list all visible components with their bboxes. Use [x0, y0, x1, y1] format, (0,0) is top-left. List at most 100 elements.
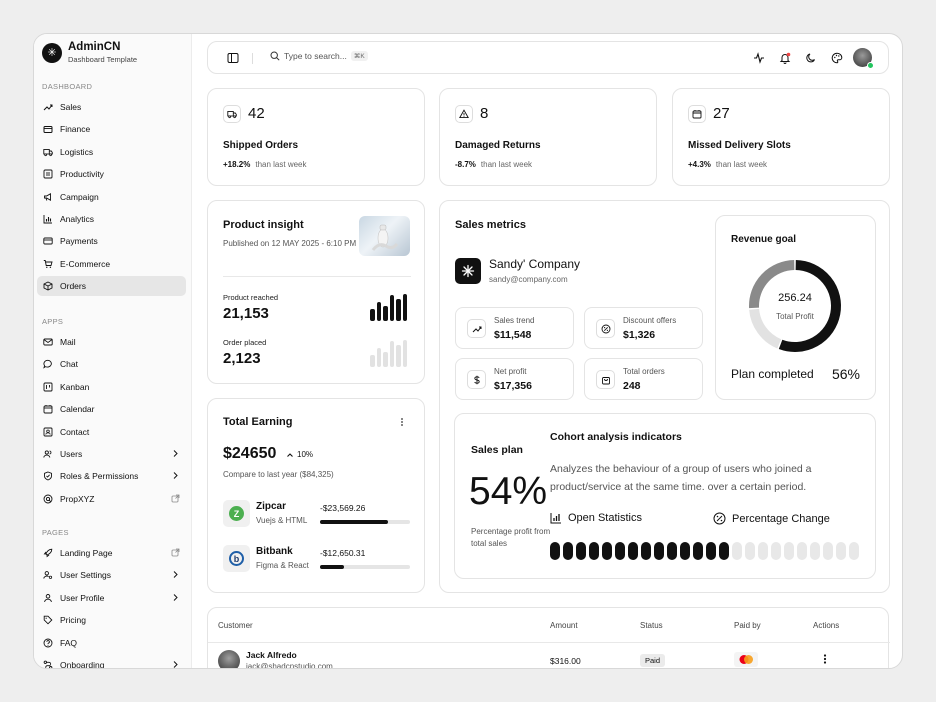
progress-pill-filled: [602, 542, 612, 560]
metric-tile-net-profit[interactable]: Net profit $17,356: [455, 358, 574, 400]
nav-section-title: PAGES: [42, 528, 69, 537]
progress-pill-filled: [563, 542, 573, 560]
sidebar-item-propxyz[interactable]: PropXYZ: [37, 489, 186, 509]
sidebar-item-calendar[interactable]: Calendar: [37, 399, 186, 419]
sidebar-item-productivity[interactable]: Productivity: [37, 164, 186, 184]
sidebar-toggle-icon[interactable]: [226, 51, 240, 65]
sidebar-item-label: PropXYZ: [60, 493, 95, 504]
total-earning-title: Total Earning: [223, 416, 293, 428]
search-input[interactable]: Type to search...: [284, 51, 347, 61]
stat-card-shipped-orders: 42 Shipped Orders +18.2% than last week: [207, 88, 425, 186]
bar-chart-icon: [550, 513, 561, 524]
moon-icon[interactable]: [804, 51, 818, 65]
brand-subtitle: Dashboard Template: [68, 55, 138, 64]
brand[interactable]: ✳ AdminCN Dashboard Template: [42, 41, 137, 64]
sidebar-item-user-profile[interactable]: User Profile: [37, 588, 186, 608]
order-placed-bars: [370, 340, 408, 367]
sidebar-item-e-commerce[interactable]: E-Commerce: [37, 254, 186, 274]
more-vertical-icon[interactable]: [397, 416, 407, 428]
search-box[interactable]: Type to search... ⌘K: [270, 51, 368, 61]
sidebar-item-pricing[interactable]: Pricing: [37, 610, 186, 630]
open-statistics-link[interactable]: Open Statistics: [550, 512, 642, 524]
activity-icon[interactable]: [752, 51, 766, 65]
sidebar-item-campaign[interactable]: Campaign: [37, 187, 186, 207]
bar: [370, 308, 375, 321]
palette-icon[interactable]: [830, 51, 844, 65]
sidebar-item-chat[interactable]: Chat: [37, 354, 186, 374]
cart-icon: [43, 259, 53, 269]
progress-pill-filled: [641, 542, 651, 560]
calendar-icon: [688, 105, 706, 123]
column-header-customer[interactable]: Customer: [218, 621, 253, 630]
cohort-description: Analyzes the behaviour of a group of use…: [550, 463, 812, 493]
sales-plan-card: Sales plan 54% Percentage profit from to…: [454, 413, 876, 579]
column-header-amount[interactable]: Amount: [550, 621, 578, 630]
app-window: ✳ AdminCN Dashboard Template DASHBOARD Sa…: [33, 33, 903, 669]
stat-change: +4.3% than last week: [688, 160, 767, 169]
sidebar-item-payments[interactable]: Payments: [37, 231, 186, 251]
card-icon: [43, 236, 53, 246]
sidebar-item-faq[interactable]: FAQ: [37, 633, 186, 653]
progress-pill-filled: [550, 542, 560, 560]
open-statistics-label: Open Statistics: [568, 512, 642, 524]
percent-circle-icon: [713, 512, 726, 525]
sidebar-item-onboarding[interactable]: Onboarding: [37, 655, 186, 668]
sidebar-item-finance[interactable]: Finance: [37, 119, 186, 139]
truck-icon: [43, 147, 53, 157]
metric-tile-sales-trend[interactable]: Sales trend $11,548: [455, 307, 574, 349]
sidebar-item-roles-permissions[interactable]: Roles & Permissions: [37, 466, 186, 486]
sidebar-item-logistics[interactable]: Logistics: [37, 142, 186, 162]
sidebar-item-user-settings[interactable]: User Settings: [37, 565, 186, 585]
progress-pill-filled: [680, 542, 690, 560]
product-insight-card: Product insight Published on 12 MAY 2025…: [207, 200, 425, 384]
brand-name: AdminCN: [68, 41, 121, 53]
product-image: [359, 216, 410, 256]
bell-icon[interactable]: [778, 51, 792, 65]
metric-tile-discount-offers[interactable]: Discount offers $1,326: [584, 307, 703, 349]
sidebar-item-label: User Settings: [60, 570, 112, 581]
external-link-icon: [171, 548, 180, 557]
sales-plan-value: 54%: [469, 470, 548, 513]
percentage-change-link[interactable]: Percentage Change: [713, 512, 830, 525]
table-row[interactable]: Jack Alfredo jack@shadcnstudio.com $316.00…: [208, 650, 890, 668]
sidebar-item-kanban[interactable]: Kanban: [37, 377, 186, 397]
sidebar-item-analytics[interactable]: Analytics: [37, 209, 186, 229]
column-header-actions[interactable]: Actions: [813, 621, 839, 630]
users-icon: [43, 449, 53, 459]
sidebar-item-orders[interactable]: Orders: [37, 276, 186, 297]
earning-change-value: 10%: [297, 450, 314, 459]
sidebar-item-label: Mail: [60, 337, 76, 347]
sidebar-item-label: FAQ: [60, 637, 78, 648]
column-header-status[interactable]: Status: [640, 621, 663, 630]
sidebar-item-users[interactable]: Users: [37, 444, 186, 464]
divider: [223, 276, 411, 277]
metric-tile-total-orders[interactable]: Total orders 248: [584, 358, 703, 400]
sidebar-item-label: Sales: [60, 102, 82, 112]
bar: [383, 352, 388, 367]
chevron-right-icon: [171, 593, 180, 602]
sidebar-item-label: Chat: [60, 359, 78, 370]
metric-value: $17,356: [494, 380, 532, 392]
more-vertical-icon[interactable]: [820, 652, 830, 666]
metric-label: Total orders: [623, 367, 665, 376]
kanban-icon: [43, 382, 53, 392]
product-reached-value: 21,153: [223, 305, 269, 322]
cohort-title: Cohort analysis indicators: [550, 431, 682, 443]
sidebar-item-label: Users: [60, 449, 83, 459]
chevron-right-icon: [171, 449, 180, 458]
column-header-paid-by[interactable]: Paid by: [734, 621, 761, 630]
sidebar-item-landing-page[interactable]: Landing Page: [37, 543, 186, 563]
wallet-icon: [43, 124, 53, 134]
progress-pill-filled: [667, 542, 677, 560]
sidebar-item-mail[interactable]: Mail: [37, 332, 186, 352]
progress-pill-empty: [771, 542, 781, 560]
progress-pill-empty: [836, 542, 846, 560]
sidebar-item-contact[interactable]: Contact: [37, 422, 186, 442]
sidebar-item-sales[interactable]: Sales: [37, 97, 186, 117]
sidebar-item-label: Orders: [60, 281, 86, 292]
percent-icon: [596, 319, 615, 338]
earning-progress-bar: [320, 520, 410, 524]
sidebar-item-label: Landing Page: [60, 548, 113, 558]
revenue-goal-title: Revenue goal: [731, 234, 797, 245]
revenue-goal-card: Revenue goal 256.24 Total Profit Plan co…: [715, 215, 876, 400]
